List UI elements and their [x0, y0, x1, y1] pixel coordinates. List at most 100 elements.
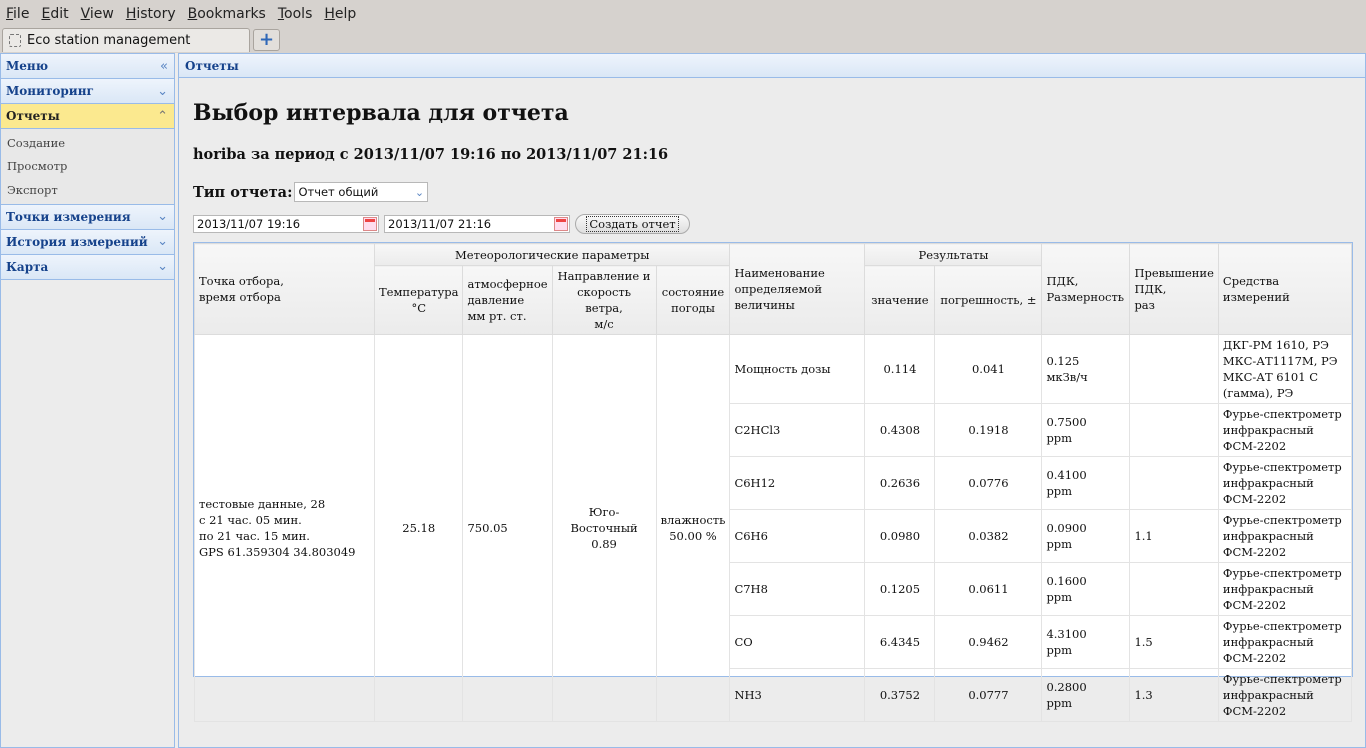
header-temperature: Температура °С [373, 265, 464, 335]
wind-cell: Юго-Восточный 0.89 [551, 334, 657, 722]
sidebar-menu-header[interactable]: Меню « [1, 54, 174, 79]
excess-cell [1129, 562, 1219, 616]
tab-bar: Eco station management + [0, 27, 1366, 53]
name-cell: Мощность дозы [729, 334, 866, 404]
sidebar: Меню « Мониторинг ⌄ Отчеты ⌃ Создание Пр… [0, 53, 175, 748]
sidebar-section-label: Мониторинг [6, 84, 94, 98]
sidebar-section-label: История измерений [6, 234, 148, 249]
value-cell: 0.4308 [864, 403, 936, 457]
header-wind: Направление и скорость ветра, м/с [551, 265, 657, 335]
sidebar-section-points[interactable]: Точки измерения ⌄ [1, 204, 174, 230]
main-panel: Отчеты Выбор интервала для отчета horiba… [178, 53, 1366, 748]
chevron-down-icon[interactable]: ⌄ [411, 183, 427, 201]
collapse-icon: ⌃ [157, 108, 168, 124]
pdk-cell: 0.1600 ppm [1041, 562, 1131, 616]
header-pressure: атмосферное давление мм рт. ст. [462, 265, 553, 335]
temperature-cell: 25.18 [373, 334, 464, 722]
header-error: погрешность, ± [934, 265, 1043, 335]
header-meteo: Метеорологические параметры [373, 243, 731, 266]
menu-tools[interactable]: Tools [278, 6, 313, 22]
date-to-value: 2013/11/07 21:16 [388, 217, 492, 231]
error-cell: 0.1918 [934, 403, 1043, 457]
menu-file[interactable]: File [6, 6, 29, 22]
calendar-icon[interactable] [363, 217, 377, 231]
header-results: Результаты [864, 243, 1043, 266]
value-cell: 0.3752 [864, 668, 936, 722]
menu-history[interactable]: History [126, 6, 176, 22]
date-from-value: 2013/11/07 19:16 [197, 217, 301, 231]
menu-edit[interactable]: Edit [41, 6, 68, 22]
excess-cell: 1.5 [1129, 615, 1219, 669]
error-cell: 0.9462 [934, 615, 1043, 669]
sidebar-menu-title: Меню [6, 59, 49, 73]
reports-submenu: Создание Просмотр Экспорт [1, 129, 174, 205]
instrument-cell: Фурье-спектрометр инфракрасный ФСМ-2202 [1217, 509, 1353, 563]
period-subtitle: horiba за период с 2013/11/07 19:16 по 2… [193, 146, 669, 163]
instrument-cell: Фурье-спектрометр инфракрасный ФСМ-2202 [1217, 456, 1353, 510]
header-point: Точка отбора, время отбора [194, 243, 375, 335]
sidebar-section-history[interactable]: История измерений ⌄ [1, 229, 174, 255]
sidebar-item-export[interactable]: Экспорт [1, 178, 174, 202]
name-cell: C6H12 [729, 456, 866, 510]
new-tab-button[interactable]: + [253, 29, 280, 51]
date-to-input[interactable]: 2013/11/07 21:16 [384, 215, 570, 233]
menu-bar: File Edit View History Bookmarks Tools H… [0, 0, 1366, 27]
sidebar-section-monitoring[interactable]: Мониторинг ⌄ [1, 79, 174, 104]
value-cell: 0.1205 [864, 562, 936, 616]
sidebar-section-map[interactable]: Карта ⌄ [1, 254, 174, 280]
error-cell: 0.0382 [934, 509, 1043, 563]
weather-cell: влажность 50.00 % [655, 334, 731, 722]
report-table: Точка отбора, время отбора Метеорологичес… [194, 243, 1353, 722]
instrument-cell: Фурье-спектрометр инфракрасный ФСМ-2202 [1217, 562, 1353, 616]
name-cell: C2HCl3 [729, 403, 866, 457]
main-panel-header: Отчеты [179, 54, 1365, 78]
name-cell: C7H8 [729, 562, 866, 616]
date-from-input[interactable]: 2013/11/07 19:16 [193, 215, 379, 233]
sidebar-item-view[interactable]: Просмотр [1, 155, 174, 179]
create-report-button[interactable]: Создать отчет [575, 214, 690, 234]
sidebar-section-label: Точки измерения [6, 209, 131, 224]
collapse-left-icon[interactable]: « [160, 59, 168, 74]
sidebar-item-create[interactable]: Создание [1, 131, 174, 155]
excess-cell [1129, 403, 1219, 457]
header-value: значение [864, 265, 936, 335]
header-weather: состояние погоды [655, 265, 731, 335]
instrument-cell: Фурье-спектрометр инфракрасный ФСМ-2202 [1217, 668, 1353, 722]
page-title: Выбор интервала для отчета [193, 100, 569, 126]
sidebar-section-label: Отчеты [6, 109, 60, 123]
sidebar-section-label: Карта [6, 259, 49, 274]
header-instruments: Средства измерений [1217, 243, 1353, 335]
pdk-cell: 0.4100 ppm [1041, 456, 1131, 510]
error-cell: 0.0777 [934, 668, 1043, 722]
plus-icon: + [258, 29, 275, 50]
menu-help[interactable]: Help [324, 6, 356, 22]
app-content: Меню « Мониторинг ⌄ Отчеты ⌃ Создание Пр… [0, 53, 1366, 748]
calendar-icon[interactable] [554, 217, 568, 231]
pdk-cell: 0.7500 ppm [1041, 403, 1131, 457]
pdk-cell: 0.2800 ppm [1041, 668, 1131, 722]
report-type-row: Тип отчета: Отчет общий ⌄ [193, 182, 429, 202]
pdk-cell: 0.125 мкЗв/ч [1041, 334, 1131, 404]
instrument-cell: Фурье-спектрометр инфракрасный ФСМ-2202 [1217, 403, 1353, 457]
value-cell: 6.4345 [864, 615, 936, 669]
report-type-select[interactable]: Отчет общий ⌄ [294, 182, 429, 202]
sidebar-section-reports[interactable]: Отчеты ⌃ [1, 104, 174, 129]
name-cell: NH3 [729, 668, 866, 722]
browser-tab[interactable]: Eco station management [2, 28, 250, 52]
create-report-label: Создать отчет [586, 216, 679, 232]
report-type-value: Отчет общий [298, 185, 379, 199]
tab-title: Eco station management [27, 33, 191, 48]
excess-cell: 1.3 [1129, 668, 1219, 722]
error-cell: 0.0776 [934, 456, 1043, 510]
table-row: тестовые данные, 28 с 21 час. 05 мин. по 2… [194, 334, 1353, 722]
page-icon [9, 34, 21, 47]
value-cell: 0.0980 [864, 509, 936, 563]
expand-icon: ⌄ [157, 234, 168, 249]
expand-icon: ⌄ [157, 209, 168, 224]
menu-bookmarks[interactable]: Bookmarks [188, 6, 266, 22]
value-cell: 0.114 [864, 334, 936, 404]
date-range-row: 2013/11/07 19:16 2013/11/07 21:16 Создат… [193, 214, 690, 234]
expand-icon: ⌄ [157, 259, 168, 274]
header-pdk: ПДК, Размерность [1041, 243, 1131, 335]
menu-view[interactable]: View [81, 6, 114, 22]
